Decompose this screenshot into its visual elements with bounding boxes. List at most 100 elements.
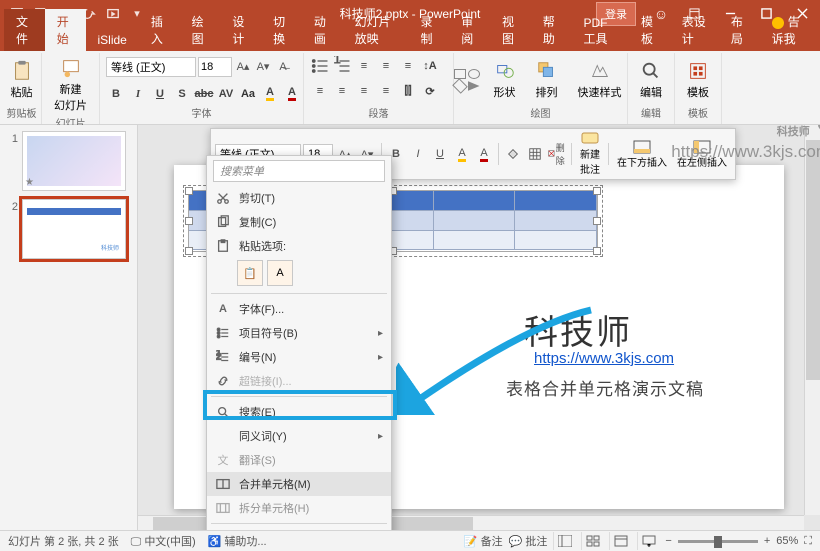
ribbon-tabs: 文件 开始 iSlide 插入 绘图 设计 切换 动画 幻灯片放映 录制 审阅 … xyxy=(0,27,820,51)
align-left-button[interactable]: ≡ xyxy=(310,81,330,101)
context-search-input[interactable]: 搜索菜单 xyxy=(213,160,385,182)
tab-tell-me[interactable]: 告诉我 xyxy=(760,9,820,51)
paste-button[interactable]: 粘贴 xyxy=(5,58,39,102)
tab-islide[interactable]: iSlide xyxy=(86,29,139,51)
shapes-button[interactable]: 形状 xyxy=(488,58,522,102)
slide-title-text: 科技师 xyxy=(524,305,632,354)
context-numbering[interactable]: 12编号(N) xyxy=(207,345,391,369)
start-from-beginning-icon[interactable] xyxy=(102,3,124,25)
numbering-icon: 12 xyxy=(215,349,231,365)
sorter-view-button[interactable] xyxy=(581,532,603,550)
status-notes-button[interactable]: 📝 备注 xyxy=(464,533,503,549)
tab-insert[interactable]: 插入 xyxy=(139,9,180,51)
decrease-font-icon[interactable]: A▾ xyxy=(254,58,272,76)
context-bullets[interactable]: 项目符号(B) xyxy=(207,321,391,345)
status-accessibility[interactable]: ♿ 辅助功... xyxy=(208,533,267,549)
tab-record[interactable]: 录制 xyxy=(408,9,449,51)
mini-italic-button[interactable]: I xyxy=(408,144,428,164)
increase-font-icon[interactable]: A▴ xyxy=(234,58,252,76)
tab-review[interactable]: 审阅 xyxy=(449,9,490,51)
context-synonyms[interactable]: 同义词(Y) xyxy=(207,424,391,448)
reading-view-button[interactable] xyxy=(609,532,631,550)
context-font[interactable]: A字体(F)... xyxy=(207,297,391,321)
mini-fill-button[interactable] xyxy=(503,144,523,164)
tab-view[interactable]: 视图 xyxy=(490,9,531,51)
slide-link-text[interactable]: https://www.3kjs.com xyxy=(534,350,674,367)
zoom-in-button[interactable]: + xyxy=(764,535,770,547)
arrange-button[interactable]: 排列 xyxy=(530,58,564,102)
slide-thumb-2[interactable]: 2 科技师 xyxy=(0,195,137,263)
columns-button[interactable]: ⫿⫿ xyxy=(398,81,418,101)
tab-home[interactable]: 开始 xyxy=(45,9,86,51)
tab-pdf[interactable]: PDF工具 xyxy=(571,12,629,51)
quick-styles-button[interactable]: 快速样式 xyxy=(572,58,628,102)
context-hidden-translate[interactable]: 文翻译(S) xyxy=(207,448,391,472)
bullets-button[interactable] xyxy=(310,56,330,76)
mini-border-button[interactable] xyxy=(525,144,545,164)
text-direction-button[interactable]: ↕A xyxy=(420,56,440,76)
status-language[interactable]: 🖵 中文(中国) xyxy=(131,533,196,549)
mini-delete-button[interactable]: 删除 xyxy=(547,144,567,164)
mini-insert-left-button[interactable]: 在左侧插入 xyxy=(673,140,731,169)
context-cut[interactable]: 剪切(T) xyxy=(207,186,391,210)
decrease-indent-button[interactable]: ≡ xyxy=(354,56,374,76)
vertical-scrollbar[interactable] xyxy=(804,125,820,515)
align-right-button[interactable]: ≡ xyxy=(354,81,374,101)
increase-indent-button[interactable]: ≡ xyxy=(376,56,396,76)
line-spacing-button[interactable]: ≡ xyxy=(398,56,418,76)
zoom-percentage[interactable]: 65% xyxy=(776,535,798,547)
tab-transitions[interactable]: 切换 xyxy=(261,9,302,51)
tab-draw[interactable]: 绘图 xyxy=(180,9,221,51)
context-search[interactable]: 搜索(E) xyxy=(207,400,391,424)
tab-animations[interactable]: 动画 xyxy=(302,9,343,51)
smartart-button[interactable]: ⟳ xyxy=(420,81,440,101)
slideshow-view-button[interactable] xyxy=(637,532,659,550)
status-comments-button[interactable]: 💬 批注 xyxy=(509,533,548,549)
context-hidden-split[interactable]: 拆分单元格(H) xyxy=(207,496,391,520)
slide-number: 2 xyxy=(4,199,18,259)
case-button[interactable]: Aa xyxy=(238,84,258,104)
font-size-selector[interactable]: 18 xyxy=(198,57,232,77)
mini-insert-below-button[interactable]: 在下方插入 xyxy=(613,140,671,169)
mini-underline-button[interactable]: U xyxy=(430,144,450,164)
context-merge-cells[interactable]: 合并单元格(M) xyxy=(207,472,391,496)
tab-templates[interactable]: 模板 xyxy=(629,9,670,51)
mini-highlight-button[interactable]: A xyxy=(452,144,472,164)
font-color-button[interactable]: A xyxy=(282,84,302,104)
zoom-out-button[interactable]: − xyxy=(665,535,671,547)
mini-new-comment-button[interactable]: 新建 批注 xyxy=(576,132,604,176)
align-center-button[interactable]: ≡ xyxy=(332,81,352,101)
font-highlight-button[interactable]: A xyxy=(260,84,280,104)
strikethrough-button[interactable]: abc xyxy=(194,84,214,104)
underline-button[interactable]: U xyxy=(150,84,170,104)
split-cells-icon xyxy=(215,500,231,516)
numbering-button[interactable]: 1 xyxy=(332,56,352,76)
paste-keep-formatting[interactable]: 📋 xyxy=(237,260,263,286)
clear-format-icon[interactable]: A̶ xyxy=(274,58,292,76)
italic-button[interactable]: I xyxy=(128,84,148,104)
font-name-selector[interactable]: 等线 (正文) xyxy=(106,57,196,77)
char-spacing-button[interactable]: AV xyxy=(216,84,236,104)
tab-slideshow[interactable]: 幻灯片放映 xyxy=(343,9,409,51)
paste-text-only[interactable]: A xyxy=(267,260,293,286)
fit-to-window-button[interactable]: ⛶ xyxy=(804,535,812,548)
tab-design[interactable]: 设计 xyxy=(220,9,261,51)
group-paragraph: 1 ≡ ≡ ≡ ↕A ≡ ≡ ≡ ≡ ⫿⫿ ⟳ 段落 xyxy=(304,53,454,124)
bold-button[interactable]: B xyxy=(106,84,126,104)
tab-help[interactable]: 帮助 xyxy=(531,9,572,51)
context-hyperlink[interactable]: 超链接(I)... xyxy=(207,369,391,393)
mini-font-color-button[interactable]: A xyxy=(474,144,494,164)
context-copy[interactable]: 复制(C) xyxy=(207,210,391,234)
slide-thumb-1[interactable]: 1 ★ xyxy=(0,127,137,195)
zoom-slider[interactable] xyxy=(678,540,758,543)
editing-button[interactable]: 编辑 xyxy=(634,58,668,102)
new-slide-button[interactable]: 新建 幻灯片 xyxy=(48,55,93,115)
tab-tabledesign[interactable]: 表设计 xyxy=(670,9,719,51)
templates-button[interactable]: 模板 xyxy=(681,58,715,102)
normal-view-button[interactable] xyxy=(553,532,575,550)
tab-layout[interactable]: 布局 xyxy=(719,9,760,51)
shadow-button[interactable]: S xyxy=(172,84,192,104)
tab-file[interactable]: 文件 xyxy=(4,9,45,51)
context-select-table[interactable]: 选择表格(C) xyxy=(207,527,391,530)
align-justify-button[interactable]: ≡ xyxy=(376,81,396,101)
